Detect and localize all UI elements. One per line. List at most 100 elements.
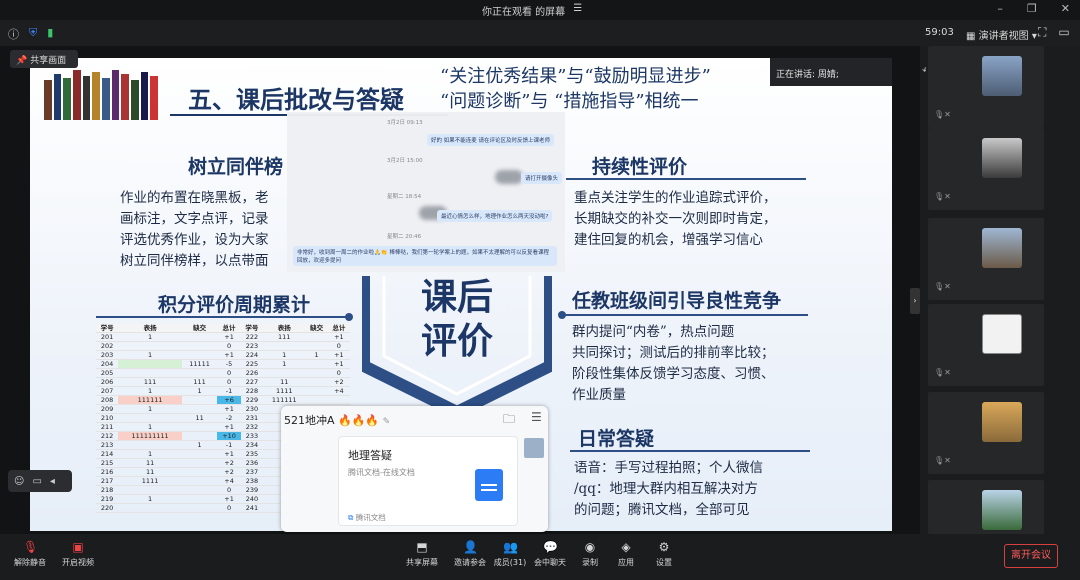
start-video-button[interactable]: ▣ 开启视频 bbox=[56, 540, 100, 568]
table-cell: 214 bbox=[96, 449, 119, 459]
table-cell bbox=[181, 404, 218, 414]
members-button[interactable]: 👥 成员(31) bbox=[488, 540, 532, 568]
group-name: 521地冲A bbox=[284, 414, 335, 427]
table-cell bbox=[305, 341, 328, 351]
table-cell: 203 bbox=[96, 350, 119, 360]
edit-icon[interactable]: ✎ bbox=[383, 417, 391, 427]
table-cell bbox=[118, 440, 182, 450]
table-cell: 111111111 bbox=[118, 431, 182, 441]
info-icon[interactable]: ⓘ bbox=[8, 26, 19, 42]
collapse-sidebar-button[interactable]: › bbox=[910, 288, 920, 314]
invite-button[interactable]: 👤 邀请参会 bbox=[448, 540, 492, 568]
avatar bbox=[982, 138, 1022, 178]
restore-icon[interactable]: ❐ bbox=[1027, 2, 1037, 15]
table-cell: 1 bbox=[118, 332, 182, 342]
table-cell: -2 bbox=[217, 413, 241, 423]
participant-tile[interactable]: 🎙✕ bbox=[928, 218, 1044, 300]
add-user-icon: 👤 bbox=[463, 540, 478, 554]
participant-tile[interactable]: 🎙✕ bbox=[928, 46, 1044, 128]
table-cell: +1 bbox=[327, 359, 350, 369]
table-cell: 1 bbox=[118, 494, 182, 504]
menu-icon[interactable]: ☰ bbox=[573, 3, 582, 18]
table-cell: +1 bbox=[217, 332, 241, 342]
table-cell bbox=[181, 395, 218, 405]
table-cell bbox=[118, 485, 182, 495]
table-cell: 0 bbox=[217, 377, 241, 387]
table-row: 207 1 1 -1 228 1111 +4 bbox=[96, 386, 350, 396]
table-cell: +1 bbox=[327, 350, 350, 360]
fullscreen-icon[interactable]: ⛶ bbox=[1038, 25, 1046, 40]
table-cell: 232 bbox=[240, 422, 264, 432]
table-cell bbox=[305, 359, 328, 369]
floating-controls[interactable]: ☺ ▭ ◂ bbox=[8, 470, 72, 492]
pin-icon: 📌 bbox=[16, 56, 28, 66]
table-cell: 11 bbox=[118, 458, 182, 468]
minimize-icon[interactable]: – bbox=[997, 2, 1003, 15]
table-cell bbox=[305, 395, 328, 405]
emoji-icon[interactable]: ☺ bbox=[14, 476, 24, 487]
column-header: 总计 bbox=[327, 324, 350, 333]
table-cell: +6 bbox=[217, 395, 241, 405]
document-icon bbox=[475, 469, 503, 501]
window-titlebar: 你正在观看 的屏幕 ☰ – ❐ ✕ bbox=[0, 0, 1080, 20]
tencent-doc-panel[interactable]: 521地冲A 🔥🔥🔥 ✎ 🗀 ☰ 地理答疑 腾讯文档-在线文档 ⧉ 腾讯文档 bbox=[281, 406, 548, 532]
doc-list-icon[interactable]: ☰ bbox=[531, 410, 542, 424]
speaker-view-button[interactable]: ▦ 演讲者视图 ▾ bbox=[966, 27, 1037, 42]
share-screen-button[interactable]: ⬒ 共享屏幕 bbox=[400, 540, 444, 568]
table-row: 204 11111 -5 225 1 +1 bbox=[96, 359, 350, 369]
table-cell: 1 bbox=[118, 386, 182, 396]
table-cell: 225 bbox=[240, 359, 264, 369]
shield-icon[interactable]: ⛨ bbox=[29, 26, 37, 42]
continuous-heading: 持续性评价 bbox=[592, 156, 688, 178]
qa-body: 语音：手写过程拍照；个人微信 /qq：地理大群内相互解决对方 的问题；腾讯文档，… bbox=[574, 458, 763, 521]
table-cell: 111111 bbox=[118, 395, 182, 405]
participant-tile[interactable]: 🎙✕ bbox=[928, 128, 1044, 210]
table-cell bbox=[305, 332, 328, 342]
center-label-line2: 评价 bbox=[420, 321, 493, 362]
chat-button[interactable]: 💬 会中聊天 bbox=[528, 540, 572, 568]
table-cell: +2 bbox=[327, 377, 350, 387]
competition-divider bbox=[564, 314, 808, 316]
qa-line-1: 语音：手写过程拍照；个人微信 bbox=[574, 460, 763, 476]
close-icon[interactable]: ✕ bbox=[1061, 2, 1070, 15]
table-cell: 235 bbox=[240, 449, 264, 459]
competition-body: 群内提问“内卷”，热点问题 共同探讨；测试后的排前率比较； 阶段性集体反馈学习态… bbox=[572, 322, 775, 406]
column-header: 总计 bbox=[217, 324, 241, 333]
participant-tile[interactable]: 🎙✕ bbox=[928, 304, 1044, 386]
table-cell: 0 bbox=[217, 485, 241, 495]
participant-tile[interactable] bbox=[928, 480, 1044, 534]
table-cell: 213 bbox=[96, 440, 119, 450]
table-cell: 1 bbox=[118, 404, 182, 414]
table-cell bbox=[181, 449, 218, 459]
unmute-button[interactable]: 🎙 解除静音 bbox=[8, 540, 52, 568]
table-row: 202 0 223 0 bbox=[96, 341, 350, 351]
table-cell bbox=[181, 431, 218, 441]
points-dot bbox=[345, 313, 353, 321]
table-cell: +10 bbox=[217, 431, 241, 441]
table-cell: 240 bbox=[240, 494, 264, 504]
layout-icon[interactable]: ▭ bbox=[1058, 25, 1069, 40]
unmute-label: 解除静音 bbox=[14, 558, 46, 567]
doc-card[interactable]: 地理答疑 腾讯文档-在线文档 ⧉ 腾讯文档 bbox=[338, 436, 518, 526]
continuous-body: 重点关注学生的作业追踪式评价， 长期缺交的补交一次则即时肯定， 建住回复的机会，… bbox=[574, 188, 777, 251]
table-cell: 229 bbox=[240, 395, 264, 405]
chat-bubble-icon[interactable]: ▭ bbox=[32, 476, 41, 487]
settings-button[interactable]: ⚙ 设置 bbox=[642, 540, 686, 568]
participant-sidebar: 🎙✕ 🎙✕ 🎙✕ 🎙✕ 🎙✕ bbox=[926, 46, 1080, 534]
slide-quote: “关注优秀结果”与“鼓励明显进步” “问题诊断”与 “措施指导”相统一 bbox=[440, 64, 711, 114]
peer-heading: 树立同伴榜 bbox=[188, 156, 284, 178]
table-cell: 241 bbox=[240, 503, 264, 513]
avatar bbox=[982, 402, 1022, 442]
participant-tile[interactable]: 🎙✕ bbox=[928, 392, 1044, 474]
chat-ts-3: 星期二 18:54 bbox=[387, 194, 422, 200]
table-cell: +4 bbox=[217, 476, 241, 486]
folder-icon[interactable]: 🗀 bbox=[503, 410, 515, 431]
table-cell bbox=[305, 386, 328, 396]
table-cell: -1 bbox=[217, 386, 241, 396]
qa-divider bbox=[570, 450, 810, 452]
pin-share-button[interactable]: 📌 共享画面 bbox=[10, 50, 78, 68]
collapse-left-icon[interactable]: ◂ bbox=[50, 476, 55, 487]
leave-meeting-button[interactable]: 离开会议 bbox=[1004, 544, 1058, 568]
record-icon: ◉ bbox=[584, 540, 596, 554]
competition-heading: 任教班级间引导良性竞争 bbox=[572, 290, 782, 312]
